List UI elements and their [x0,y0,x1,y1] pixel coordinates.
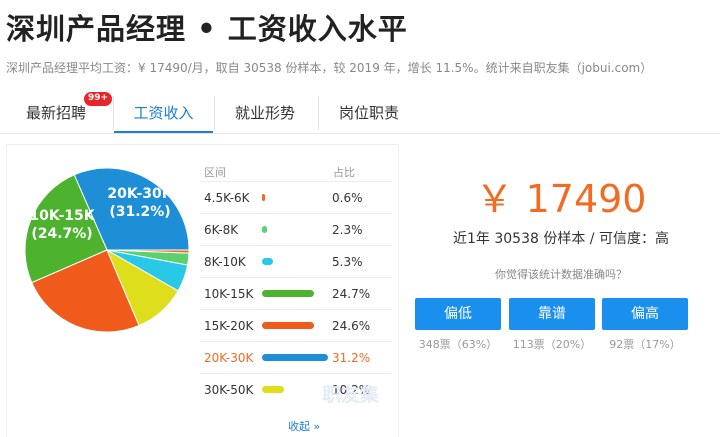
row-range: 10K-15K [204,287,254,301]
row-range: 30K-50K [204,383,254,397]
pie-label: (31.2%) [109,204,170,220]
page-title: 深圳产品经理 • 工资收入水平 [6,12,408,46]
row-range: 8K-10K [204,255,246,269]
table-row: 8K-10K 5.3% [200,246,392,278]
row-pct: 2.3% [332,223,363,237]
salary-distribution-table: 区间 占比 4.5K-6K 0.6% 6K-8K 2.3% 8K-10K 5.3… [200,158,392,406]
vote-accurate-button[interactable]: 靠谱 [509,298,595,330]
vote-accurate-count: 113票（20%） [512,338,592,351]
row-pct: 31.2% [332,351,371,365]
salary-pie-chart: 20K-30K (31.2%) 10K-15K (24.7%) [24,168,190,332]
row-bar [262,290,314,297]
table-row: 6K-8K 2.3% [200,214,392,246]
row-range: 20K-30K [204,351,254,365]
row-range: 6K-8K [204,223,239,237]
tab-bar: 最新招聘 99+ 工资收入 就业形势 岗位职责 [0,92,720,134]
row-pct: 24.7% [332,287,371,301]
table-row: 10K-15K 24.7% [200,278,392,310]
row-pct: 5.3% [332,255,363,269]
tab-salary[interactable]: 工资收入 [114,94,213,134]
header-pct: 占比 [333,166,355,179]
tab-duties[interactable]: 岗位职责 [324,94,414,134]
tab-label: 就业形势 [234,104,295,122]
sample-info: 近1年 30538 份样本 / 可信度：高 [453,231,669,247]
table-row-highlighted: 20K-30K 31.2% [200,342,392,374]
tab-label: 工资收入 [133,104,194,122]
tab-label: 最新招聘 [25,104,86,122]
row-bar [262,322,314,329]
table-row: 15K-20K 24.6% [200,310,392,342]
row-pct: 24.6% [332,319,371,333]
tab-label: 岗位职责 [338,104,399,122]
row-bar [262,354,328,361]
row-bar [262,386,284,393]
page-subtitle: 深圳产品经理平均工资：¥ 17490/月，取自 30538 份样本，较 2019… [6,61,653,75]
tab-employment[interactable]: 就业形势 [220,94,310,134]
collapse-link[interactable]: 收起 » [288,418,320,434]
row-range: 15K-20K [204,319,254,333]
vote-high-count: 92票（17%） [609,338,681,351]
vote-low-button[interactable]: 偏低 [415,298,501,330]
row-pct: 0.6% [332,191,363,205]
tab-badge: 99+ [84,92,113,106]
header-range: 区间 [204,166,226,179]
average-salary: ￥ 17490 [475,177,647,221]
tabs-divider [0,133,720,134]
table-header: 区间 占比 [200,158,392,182]
pie-label: 20K-30K [107,186,173,202]
watermark-logo: 职友集 [322,384,380,406]
vote-high-button[interactable]: 偏高 [602,298,688,330]
row-bar [262,258,273,265]
pie-label: (24.7%) [31,226,92,242]
pie-label: 10K-15K [29,208,95,224]
tab-divider [214,96,215,130]
row-bar [262,226,267,233]
accuracy-question: 你觉得该统计数据准确吗？ [495,268,627,281]
row-range: 4.5K-6K [204,191,250,205]
row-bar [262,194,265,201]
tab-divider [318,96,319,130]
vote-low-count: 348票（63%） [418,338,498,351]
table-row: 4.5K-6K 0.6% [200,182,392,214]
